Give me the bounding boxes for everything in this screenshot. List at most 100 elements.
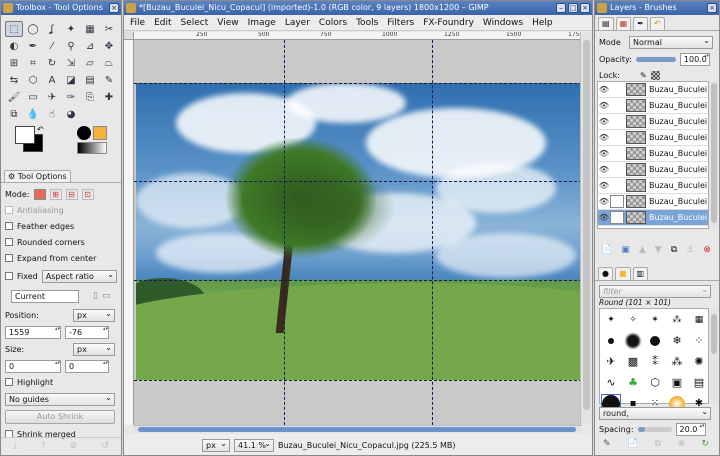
portrait-icon[interactable]: ▯: [93, 291, 98, 301]
mode-add-icon[interactable]: ⊞: [49, 188, 62, 200]
layer-name[interactable]: Buzau_Buculei: [649, 85, 707, 94]
dodge-burn-icon[interactable]: ◕: [62, 106, 80, 122]
spacing-slider[interactable]: [637, 426, 672, 432]
perspective-icon[interactable]: ⏢: [100, 55, 118, 71]
move-icon[interactable]: ✥: [100, 38, 118, 54]
menu-filters[interactable]: Filters: [387, 18, 414, 28]
tab-tool-options[interactable]: ⚙ Tool Options: [4, 170, 71, 182]
guide-horizontal[interactable]: [134, 83, 582, 84]
brush-item[interactable]: ⁘: [694, 334, 703, 347]
size-unit-select[interactable]: px: [73, 342, 115, 356]
tab-channels[interactable]: ▦: [615, 17, 632, 30]
swap-colors-icon[interactable]: ↶: [37, 125, 44, 134]
horizontal-scrollbar[interactable]: [134, 425, 582, 433]
visibility-eye-icon[interactable]: 👁: [598, 149, 610, 158]
fixed-select[interactable]: Aspect ratio: [41, 269, 117, 283]
fixed-checkbox[interactable]: [5, 272, 13, 280]
menu-image[interactable]: Image: [248, 18, 276, 28]
guide-horizontal[interactable]: [134, 380, 582, 381]
layer-name[interactable]: Buzau_Buculei: [649, 197, 707, 206]
layers-titlebar[interactable]: Layers - Brushes ×: [595, 1, 719, 15]
clone-icon[interactable]: ⎘: [81, 89, 99, 105]
layer-chain-toggle[interactable]: [610, 99, 624, 112]
edit-brush-icon[interactable]: ✎: [603, 439, 611, 453]
paintbrush-icon[interactable]: 🖌: [5, 89, 23, 105]
tab-paths[interactable]: ✒: [633, 17, 648, 30]
guide-horizontal[interactable]: [134, 280, 582, 281]
brush-item[interactable]: ▣: [672, 376, 682, 389]
layer-name[interactable]: Buzau_Buculei: [649, 181, 707, 190]
brush-item[interactable]: [650, 335, 660, 346]
visibility-eye-icon[interactable]: 👁: [598, 133, 610, 142]
duplicate-brush-icon[interactable]: ⧉: [655, 439, 661, 453]
toolbox-titlebar[interactable]: Toolbox - Tool Options ×: [1, 1, 121, 15]
opacity-field[interactable]: 100.0: [679, 52, 710, 66]
visibility-eye-icon[interactable]: 👁: [598, 213, 610, 222]
ink-icon[interactable]: ✑: [62, 89, 80, 105]
airbrush-icon[interactable]: ✈: [43, 89, 61, 105]
layer-mode-select[interactable]: Normal: [629, 35, 713, 49]
refresh-brushes-icon[interactable]: ↻: [701, 439, 709, 453]
layer-name[interactable]: Buzau_Buculei: [649, 213, 707, 222]
landscape-icon[interactable]: ▭: [102, 291, 111, 301]
size-height-field[interactable]: 0: [65, 359, 109, 373]
new-brush-icon[interactable]: 📄: [627, 439, 638, 453]
scroll-thumb[interactable]: [711, 83, 717, 223]
menu-windows[interactable]: Windows: [483, 18, 523, 28]
reset-options-icon[interactable]: ↺: [101, 441, 109, 451]
tab-patterns[interactable]: ■: [614, 267, 631, 280]
brush-item[interactable]: [608, 337, 614, 344]
guide-vertical[interactable]: [284, 40, 285, 425]
restore-options-icon[interactable]: ⤒: [41, 441, 45, 451]
zoom-icon[interactable]: ⚲: [62, 38, 80, 54]
pencil-icon[interactable]: ✎: [100, 72, 118, 88]
brush-filter-input[interactable]: filter: [599, 285, 711, 298]
layer-row[interactable]: 👁 Buzau_Buculei: [598, 194, 708, 210]
layer-row[interactable]: 👁 Buzau_Buculei: [598, 210, 708, 226]
brush-item[interactable]: ✈: [606, 355, 615, 368]
flip-icon[interactable]: ⇆: [5, 72, 23, 88]
close-icon[interactable]: ×: [109, 3, 119, 13]
duplicate-layer-icon[interactable]: ⧉: [671, 245, 677, 259]
expand-from-center-checkbox[interactable]: [5, 254, 13, 262]
layer-row[interactable]: 👁 Buzau_Buculei: [598, 98, 708, 114]
mode-intersect-icon[interactable]: ⊡: [81, 188, 94, 200]
vertical-ruler[interactable]: [124, 40, 134, 425]
zoom-select[interactable]: 41.1 %: [234, 438, 274, 452]
raise-layer-icon[interactable]: ▲: [639, 245, 646, 259]
layer-name[interactable]: Buzau_Buculei: [649, 165, 707, 174]
rounded-corners-checkbox[interactable]: [5, 238, 13, 246]
brush-grid[interactable]: ✦ ✧ ✶ ⁂ ▦ ❄ ⁘ ✈ ▩ ⁑ ⁂ ✺ ∿ ♣ ⬡ ▣ ▤ ▪ ⁙ ✱: [599, 308, 709, 414]
guide-horizontal[interactable]: [134, 181, 582, 182]
layer-row[interactable]: 👁 Buzau_Buculei: [598, 162, 708, 178]
blur-icon[interactable]: 💧: [24, 106, 42, 122]
feather-edges-checkbox[interactable]: [5, 222, 13, 230]
delete-layer-icon[interactable]: ⊗: [703, 245, 711, 259]
measure-icon[interactable]: ⊿: [81, 38, 99, 54]
scroll-thumb[interactable]: [138, 427, 576, 432]
rect-select-icon[interactable]: ⬚: [5, 21, 23, 37]
horizontal-ruler[interactable]: 250 500 750 1000 1250 1500 1750: [134, 32, 582, 40]
image-titlebar[interactable]: *[Buzau_Buculei_Nicu_Copacul] (imported)…: [124, 1, 592, 15]
perspective-clone-icon[interactable]: ⧉: [5, 106, 23, 122]
layer-chain-toggle[interactable]: [610, 195, 624, 208]
canvas-area[interactable]: [134, 40, 582, 425]
brush-item[interactable]: ♣: [628, 376, 638, 389]
visibility-eye-icon[interactable]: 👁: [598, 165, 610, 174]
opacity-slider[interactable]: [635, 56, 676, 62]
delete-brush-icon[interactable]: ⊗: [677, 439, 685, 453]
select-by-color-icon[interactable]: ▦: [81, 21, 99, 37]
layer-list-scrollbar[interactable]: [710, 81, 718, 229]
layer-name[interactable]: Buzau_Buculei: [649, 149, 707, 158]
layer-chain-toggle[interactable]: [610, 147, 624, 160]
layer-row[interactable]: 👁 Buzau_Buculei: [598, 82, 708, 98]
layer-chain-toggle[interactable]: [610, 115, 624, 128]
lower-layer-icon[interactable]: ▼: [655, 245, 662, 259]
eraser-icon[interactable]: ▭: [24, 89, 42, 105]
heal-icon[interactable]: ✚: [100, 89, 118, 105]
mode-replace-icon[interactable]: [33, 188, 46, 200]
scale-icon[interactable]: ⇲: [62, 55, 80, 71]
scroll-thumb[interactable]: [711, 314, 717, 354]
brush-item[interactable]: ▩: [628, 355, 638, 368]
brush-item[interactable]: ✦: [607, 315, 615, 325]
